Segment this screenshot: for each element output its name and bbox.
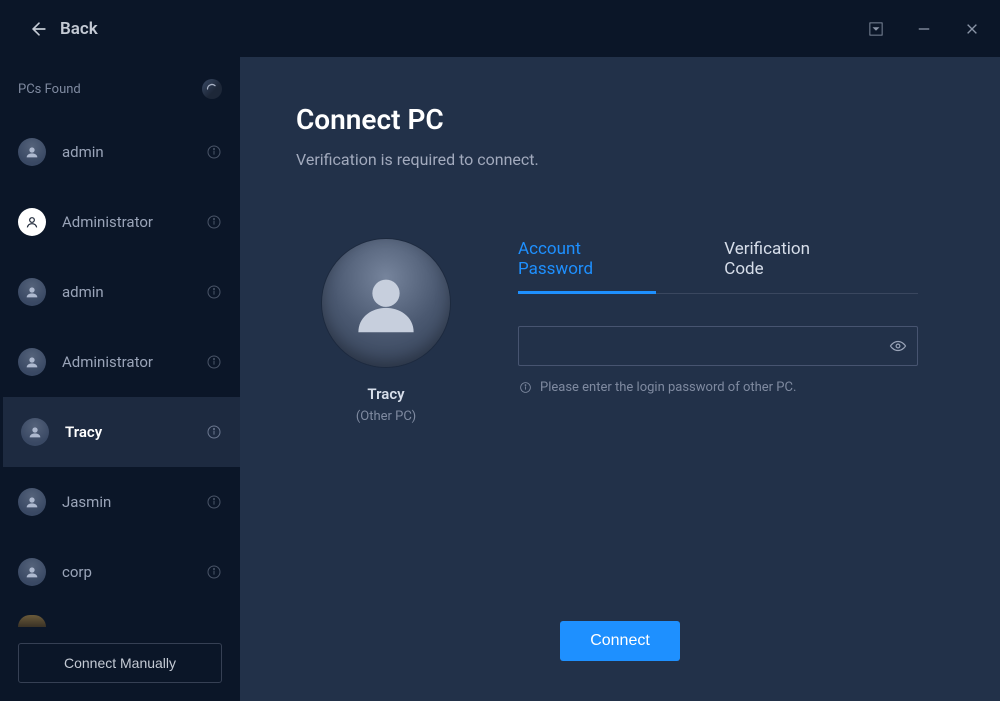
password-input[interactable] [518,326,918,366]
pc-name: Administrator [62,213,190,231]
form-column: Account Password Verification Code Pleas… [518,239,918,395]
connect-button[interactable]: Connect [560,621,680,661]
pc-item[interactable]: admin [0,117,240,187]
sidebar-footer: Connect Manually [0,635,240,701]
user-avatar-icon [18,558,46,586]
info-icon [518,381,532,395]
info-icon[interactable] [206,144,222,160]
sidebar: PCs Found admin Administrator [0,57,240,701]
pc-name: Jasmin [62,493,190,511]
refresh-icon[interactable] [202,79,222,99]
connect-button-row: Connect [296,621,944,661]
tab-verification-code[interactable]: Verification Code [724,239,850,293]
pc-item[interactable]: Administrator [0,327,240,397]
main-panel: Connect PC Verification is required to c… [240,57,1000,701]
pc-item[interactable]: Jasmin [0,467,240,537]
auth-tabs: Account Password Verification Code [518,239,918,294]
minimize-button[interactable] [914,19,934,39]
hint-text: Please enter the login password of other… [540,380,796,395]
pc-item[interactable]: corp [0,537,240,607]
info-icon[interactable] [206,214,222,230]
titlebar: Back [0,0,1000,57]
close-button[interactable] [962,19,982,39]
pc-name: Administrator [62,353,190,371]
back-label: Back [60,19,98,39]
profile-name: Tracy [367,385,404,403]
password-hint: Please enter the login password of other… [518,380,918,395]
user-avatar-icon [18,348,46,376]
back-button[interactable]: Back [28,18,98,40]
user-avatar-icon [18,278,46,306]
user-avatar-icon [18,488,46,516]
info-icon[interactable] [206,284,222,300]
sidebar-title: PCs Found [18,82,81,97]
toggle-password-visibility-icon[interactable] [888,336,908,356]
profile-column: Tracy (Other PC) [296,239,456,424]
pc-item[interactable]: Tracy [0,397,240,467]
profile-sublabel: (Other PC) [356,409,416,424]
connect-manually-button[interactable]: Connect Manually [18,643,222,683]
dropdown-icon[interactable] [866,19,886,39]
user-avatar-icon [18,208,46,236]
tab-account-password[interactable]: Account Password [518,239,656,293]
info-icon[interactable] [206,494,222,510]
pc-item[interactable]: admin [0,257,240,327]
password-field [518,326,918,366]
pc-name: admin [62,143,190,161]
pc-item[interactable]: Administrator [0,187,240,257]
info-icon[interactable] [206,424,222,440]
pc-item-partial[interactable] [0,607,240,635]
user-avatar-icon [18,138,46,166]
pc-name: Tracy [65,423,190,441]
pc-name: admin [62,283,190,301]
connect-row: Tracy (Other PC) Account Password Verifi… [296,239,944,424]
page-title: Connect PC [296,103,944,136]
arrow-left-icon [28,18,50,40]
profile-avatar-icon [322,239,450,367]
info-icon[interactable] [206,564,222,580]
pc-list: admin Administrator admin [0,117,240,635]
sidebar-header: PCs Found [0,79,240,99]
page-subtitle: Verification is required to connect. [296,150,944,169]
window-controls [866,19,982,39]
info-icon[interactable] [206,354,222,370]
pc-name: corp [62,563,190,581]
user-avatar-icon [18,615,46,627]
user-avatar-icon [21,418,49,446]
